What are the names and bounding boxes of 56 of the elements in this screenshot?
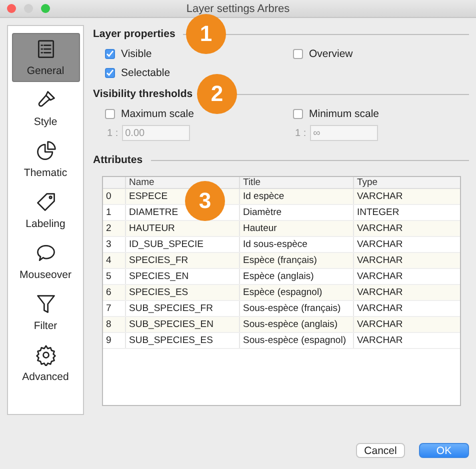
window-title: Layer settings Arbres bbox=[186, 2, 290, 14]
sidebar-item[interactable]: Thematic bbox=[12, 135, 80, 184]
sidebar-item[interactable]: Mouseover bbox=[12, 237, 80, 286]
close-button[interactable] bbox=[7, 4, 16, 13]
table-cell: INTEGER bbox=[354, 204, 460, 220]
table-cell: VARCHAR bbox=[354, 252, 460, 268]
table-cell: VARCHAR bbox=[354, 316, 460, 332]
table-cell: Espèce (espagnol) bbox=[240, 284, 354, 300]
section-title: Visibility thresholds bbox=[93, 88, 193, 100]
table-cell: Espèce (français) bbox=[240, 252, 354, 268]
pie-chart-icon bbox=[34, 140, 56, 162]
table-cell: Sous-espèce (français) bbox=[240, 300, 354, 316]
table-cell: Hauteur bbox=[240, 220, 354, 236]
table-cell: Id espèce bbox=[240, 188, 354, 204]
scale-prefix: 1 : bbox=[107, 128, 118, 138]
checkmark-icon bbox=[106, 50, 114, 58]
table-cell: ID_SUB_SPECIE bbox=[126, 236, 240, 252]
table-cell: VARCHAR bbox=[354, 236, 460, 252]
cancel-button[interactable]: Cancel bbox=[356, 443, 405, 458]
section-title: Attributes bbox=[93, 154, 143, 166]
table-cell: VARCHAR bbox=[354, 188, 460, 204]
table-cell: SPECIES_FR bbox=[126, 252, 240, 268]
table-cell: VARCHAR bbox=[354, 332, 460, 348]
column-header[interactable]: Title bbox=[240, 177, 354, 188]
table-cell: Sous-espèce (anglais) bbox=[240, 316, 354, 332]
table-cell: VARCHAR bbox=[354, 300, 460, 316]
table-cell: SUB_SPECIES_FR bbox=[126, 300, 240, 316]
table-cell: HAUTEUR bbox=[126, 220, 240, 236]
table-cell: SUB_SPECIES_EN bbox=[126, 316, 240, 332]
table-cell: SPECIES_EN bbox=[126, 268, 240, 284]
sidebar-item[interactable]: Style bbox=[12, 84, 80, 133]
sidebar-item[interactable]: General bbox=[12, 33, 80, 82]
speech-bubble-icon bbox=[34, 242, 56, 264]
zoom-button[interactable] bbox=[41, 4, 50, 13]
table-cell: VARCHAR bbox=[354, 220, 460, 236]
tag-icon bbox=[34, 191, 56, 213]
checkmark-icon bbox=[106, 69, 114, 77]
table-cell: SUB_SPECIES_ES bbox=[126, 332, 240, 348]
table-cell: VARCHAR bbox=[354, 284, 460, 300]
sidebar-item[interactable]: Advanced bbox=[12, 339, 80, 388]
table-cell: Diamètre bbox=[240, 204, 354, 220]
column-header[interactable]: Type bbox=[354, 177, 460, 188]
table-cell: Sous-espèce (espagnol) bbox=[240, 332, 354, 348]
scale-prefix: 1 : bbox=[295, 128, 306, 138]
sidebar-item[interactable]: Labeling bbox=[12, 186, 80, 235]
table-cell: SPECIES_ES bbox=[126, 284, 240, 300]
funnel-icon bbox=[34, 293, 56, 315]
settings-icon bbox=[34, 344, 56, 366]
callout-badge: 1 bbox=[186, 14, 226, 54]
callout-badge: 2 bbox=[197, 74, 237, 114]
sidebar-item[interactable]: Filter bbox=[12, 288, 80, 337]
table-cell: Espèce (anglais) bbox=[240, 268, 354, 284]
table-cell: Id sous-espèce bbox=[240, 236, 354, 252]
checkbox[interactable]: Overview bbox=[293, 48, 469, 60]
section-title: Layer properties bbox=[93, 28, 176, 40]
table-cell: VARCHAR bbox=[354, 268, 460, 284]
